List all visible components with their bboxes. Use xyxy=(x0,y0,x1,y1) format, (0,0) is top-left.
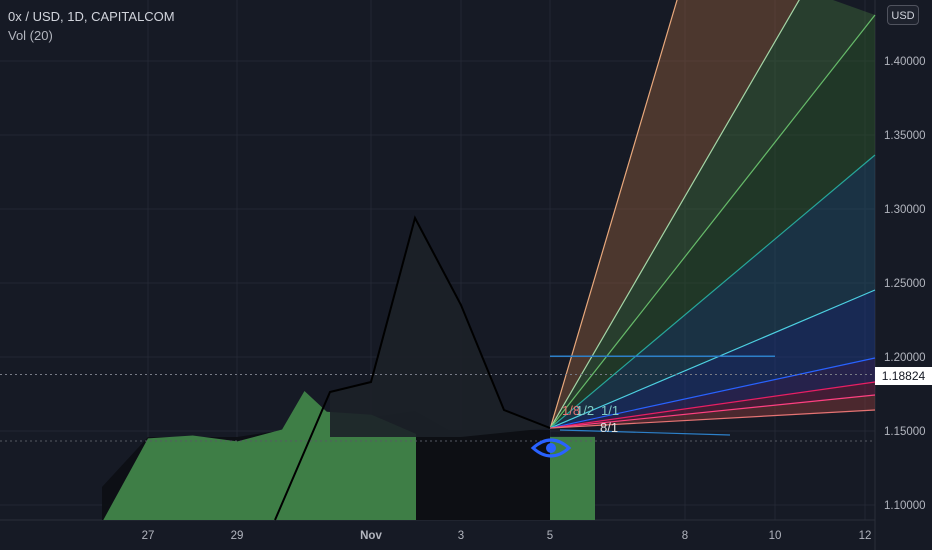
symbol-title[interactable]: 0x / USD, 1D, CAPITALCOM xyxy=(8,9,175,24)
currency-button[interactable]: USD xyxy=(887,5,919,25)
volume-gap xyxy=(416,430,550,520)
y-tick-label: 1.40000 xyxy=(884,56,926,68)
x-tick-label: 29 xyxy=(231,530,244,542)
y-tick-label: 1.25000 xyxy=(884,278,926,290)
gann-fan-label: 1/1 xyxy=(601,403,619,418)
y-tick-label: 1.30000 xyxy=(884,204,926,216)
gann-fan-label: 8/1 xyxy=(600,420,618,435)
volume-indicator-label[interactable]: Vol (20) xyxy=(8,28,53,43)
y-tick-label: 1.35000 xyxy=(884,130,926,142)
chart-window: 1.40000 1.35000 1.30000 1.25000 1.20000 1.150… xyxy=(0,0,932,550)
current-price-badge: 1.18824 xyxy=(875,367,932,385)
x-tick-label: 5 xyxy=(547,530,553,542)
x-tick-label: 27 xyxy=(142,530,155,542)
price-chart[interactable]: 1.40000 1.35000 1.30000 1.25000 1.20000 1.150… xyxy=(0,0,932,550)
x-tick-label: 10 xyxy=(769,530,782,542)
x-tick-label: 8 xyxy=(682,530,688,542)
x-tick-label: Nov xyxy=(360,530,382,542)
y-tick-label: 1.20000 xyxy=(884,352,926,364)
gann-fan-label: 1/2 xyxy=(576,403,594,418)
y-tick-label: 1.15000 xyxy=(884,426,926,438)
x-tick-label: 12 xyxy=(859,530,872,542)
y-tick-label: 1.10000 xyxy=(884,500,926,512)
x-tick-label: 3 xyxy=(458,530,464,542)
